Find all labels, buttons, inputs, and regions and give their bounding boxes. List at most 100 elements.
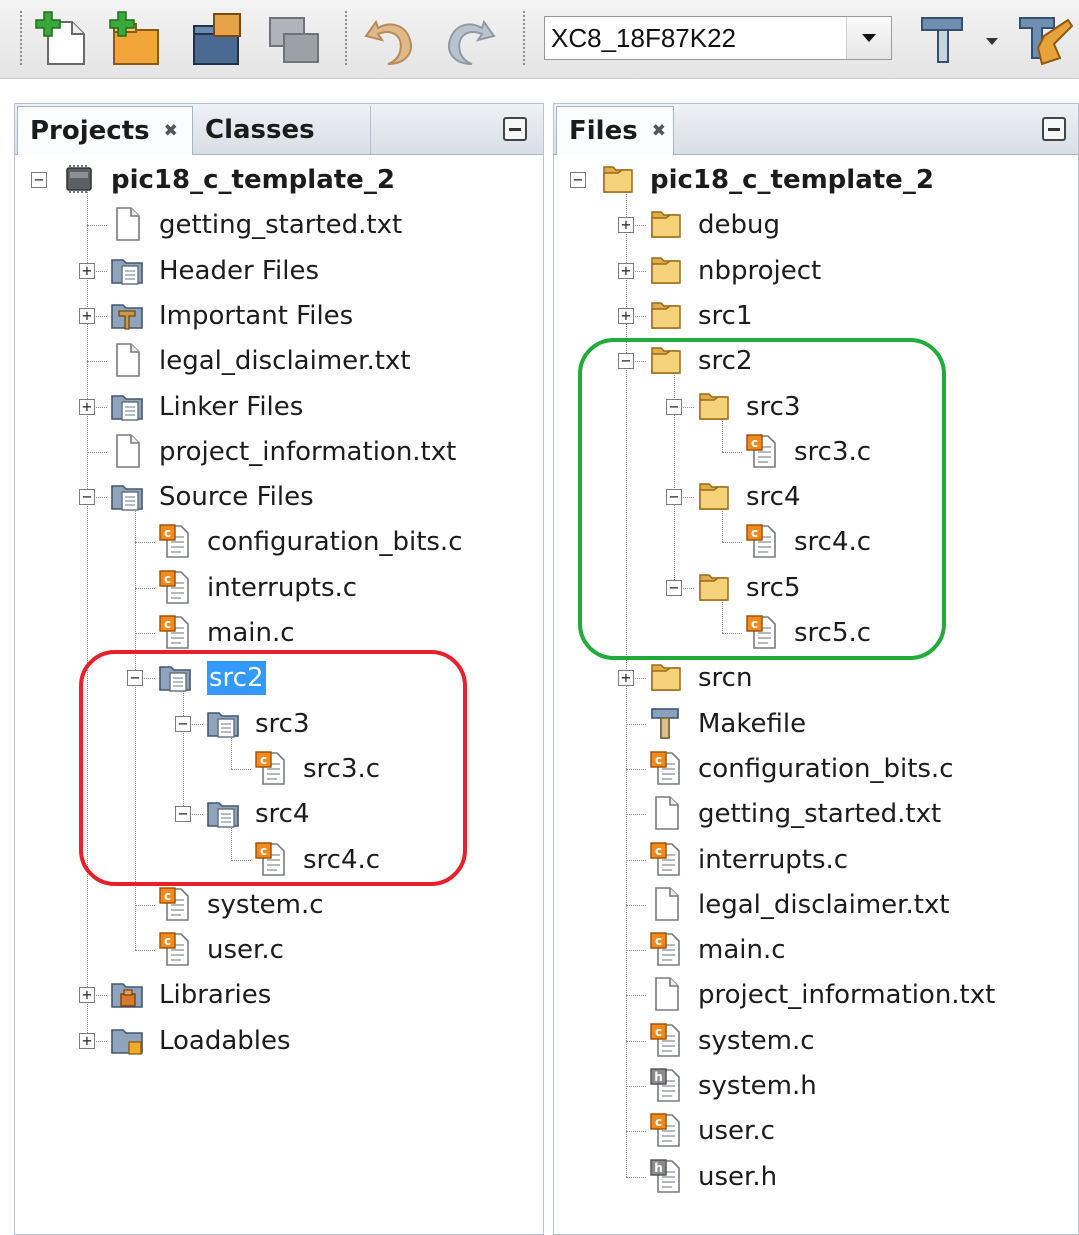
tree-item-user-c[interactable]: user.c [698,1114,775,1148]
expand-toggle[interactable]: + [79,398,95,415]
tree-item-libraries[interactable]: Libraries [159,978,271,1012]
tree-item-src4[interactable]: src4 [255,797,310,831]
tree-item-src3-c[interactable]: src3.c [794,435,871,469]
tree-item-user-c[interactable]: user.c [207,933,284,967]
expand-toggle[interactable]: + [618,262,634,279]
expand-toggle[interactable]: + [79,987,95,1004]
expand-toggle[interactable]: + [618,217,634,234]
dropdown-arrow-icon[interactable] [980,8,1004,70]
tree-item-src2[interactable]: src2 [698,344,753,378]
close-project-icon[interactable] [262,8,324,70]
open-project-icon[interactable] [186,8,248,70]
tree-item-debug[interactable]: debug [698,208,780,242]
tree-item-user-h[interactable]: user.h [698,1160,777,1194]
text-file-icon [109,206,145,242]
tree-item-src2[interactable]: src2 [207,661,266,696]
tree-connector [183,686,184,815]
tree-item-makefile[interactable]: Makefile [698,707,806,741]
tree-item-source-files[interactable]: Source Files [159,480,314,514]
new-project-icon[interactable] [104,8,166,70]
collapse-toggle[interactable]: − [175,806,191,823]
tree-item-configuration-bits-c[interactable]: configuration_bits.c [698,752,954,786]
undo-icon[interactable] [360,8,422,70]
tree-item-project-information-txt[interactable]: project_information.txt [159,435,456,469]
tree-item-src3[interactable]: src3 [746,390,801,424]
toolbar-grip[interactable] [19,10,23,66]
new-file-icon[interactable] [34,8,96,70]
tree-item-src5[interactable]: src5 [746,571,801,605]
projects-tree: − pic18_c_template_2 getting_started.txt + H… [15,104,543,1234]
svg-text:c: c [164,526,171,540]
build-icon[interactable] [912,8,974,70]
tree-item-project-information-txt[interactable]: project_information.txt [698,978,995,1012]
tree-item-interrupts-c[interactable]: interrupts.c [698,843,848,877]
project-root-label[interactable]: pic18_c_template_2 [650,163,934,197]
svg-text:c: c [751,436,758,450]
h-file-icon: h [648,1158,684,1194]
tree-item-configuration-bits-c[interactable]: configuration_bits.c [207,525,463,559]
chevron-down-icon[interactable] [846,17,891,59]
tree-item-interrupts-c[interactable]: interrupts.c [207,571,357,605]
expand-toggle[interactable]: + [79,262,95,279]
collapse-toggle[interactable]: − [618,353,634,370]
tree-item-src4-c[interactable]: src4.c [303,843,380,877]
toolbar-grip[interactable] [522,10,526,66]
expand-toggle[interactable]: + [79,307,95,324]
tree-item-system-h[interactable]: system.h [698,1069,817,1103]
collapse-toggle[interactable]: − [570,172,586,188]
tree-item-legal-disclaimer-txt[interactable]: legal_disclaimer.txt [698,888,950,922]
tree-item-src5-c[interactable]: src5.c [794,616,871,650]
project-root-label[interactable]: pic18_c_template_2 [111,163,395,197]
collapse-toggle[interactable]: − [79,489,95,506]
collapse-toggle[interactable]: − [127,670,143,687]
toolbar-grip[interactable] [344,10,348,66]
expand-toggle[interactable]: + [618,670,634,687]
tree-item-linker-files[interactable]: Linker Files [159,390,303,424]
tree-connector [135,904,155,906]
c-file-icon: c [157,569,193,605]
tree-item-src3-c[interactable]: src3.c [303,752,380,786]
c-file-icon: c [648,841,684,877]
logical-folder-icon [205,795,241,831]
tree-connector [626,1176,646,1178]
tree-connector [626,950,646,952]
tree-item-loadables[interactable]: Loadables [159,1024,291,1058]
folder-icon [648,252,684,288]
expand-toggle[interactable]: + [79,1032,95,1049]
tree-item-getting-started-txt[interactable]: getting_started.txt [698,797,941,831]
collapse-toggle[interactable]: − [31,172,47,188]
tree-item-src1[interactable]: src1 [698,299,753,333]
c-file-icon: c [253,750,289,786]
tree-item-getting-started-txt[interactable]: getting_started.txt [159,208,402,242]
collapse-toggle[interactable]: − [666,489,682,506]
tree-connector [626,814,646,816]
tree-item-main-c[interactable]: main.c [698,933,786,967]
collapse-toggle[interactable]: − [666,398,682,415]
folder-icon [648,297,684,333]
libraries-folder-icon [109,976,145,1012]
tree-connector [135,950,155,952]
configuration-select[interactable]: XC8_18F87K22 [544,16,892,60]
collapse-toggle[interactable]: − [666,579,682,596]
tree-item-srcn[interactable]: srcn [698,661,752,695]
tree-item-header-files[interactable]: Header Files [159,254,319,288]
tree-item-main-c[interactable]: main.c [207,616,295,650]
tree-item-system-c[interactable]: system.c [207,888,324,922]
svg-text:c: c [655,1025,662,1039]
tree-item-src4[interactable]: src4 [746,480,801,514]
svg-text:c: c [751,526,758,540]
clean-build-icon[interactable] [1014,8,1076,70]
tree-item-src3[interactable]: src3 [255,707,310,741]
tree-connector [626,1040,646,1042]
redo-icon[interactable] [438,8,500,70]
tree-connector [135,505,136,951]
tree-item-legal-disclaimer-txt[interactable]: legal_disclaimer.txt [159,344,411,378]
c-file-icon: c [157,523,193,559]
tree-item-src4-c[interactable]: src4.c [794,525,871,559]
tree-item-system-c[interactable]: system.c [698,1024,815,1058]
expand-toggle[interactable]: + [618,307,634,324]
tree-item-nbproject[interactable]: nbproject [698,254,821,288]
tree-item-important-files[interactable]: Important Files [159,299,353,333]
collapse-toggle[interactable]: − [175,715,191,732]
svg-text:c: c [655,844,662,858]
